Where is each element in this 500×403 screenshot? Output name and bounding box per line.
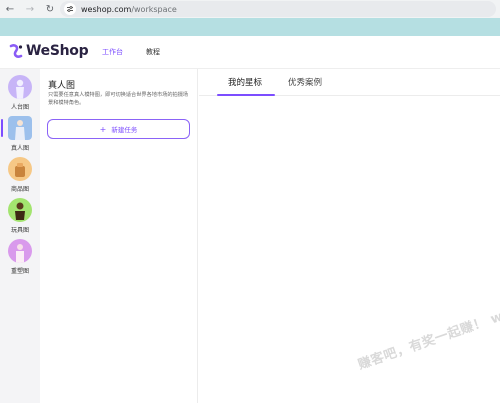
mannequin-thumbnail	[8, 75, 32, 99]
sidebar-item-label: 玩具图	[10, 227, 29, 234]
sidebar-item-label: 人台图	[10, 104, 29, 111]
sidebar-item-reshape[interactable]: 重塑图	[0, 237, 40, 277]
sidebar-item-mannequin[interactable]: 人台图	[0, 73, 40, 113]
real-model-thumbnail	[8, 116, 32, 140]
category-sidebar: 人台图 真人图 商品图 玩具图 重塑图	[0, 69, 40, 403]
toy-thumbnail	[8, 198, 32, 222]
url-text: weshop.com/workspace	[81, 5, 177, 14]
site-info-icon[interactable]	[64, 3, 76, 15]
forward-arrow-icon[interactable]: →	[20, 0, 40, 18]
nav-tutorial[interactable]: 教程	[146, 47, 160, 57]
active-tab-underline	[217, 94, 275, 96]
browser-toolbar: ← → ↻ weshop.com/workspace	[0, 0, 500, 18]
task-panel: 真人图 只需要任意真人模特图，即可切换适合世界各地市场的拍摄场景和模特角色。 +…	[40, 69, 198, 403]
reshape-thumbnail	[8, 239, 32, 263]
brand-name: WeShop	[26, 43, 89, 59]
sidebar-item-label: 商品图	[10, 186, 29, 193]
nav-workspace[interactable]: 工作台	[102, 47, 123, 57]
address-bar[interactable]: weshop.com/workspace	[60, 1, 496, 17]
sidebar-item-label: 重塑图	[10, 268, 29, 275]
brand-logo[interactable]: WeShop	[8, 43, 89, 59]
product-thumbnail	[8, 157, 32, 181]
sidebar-item-real-model[interactable]: 真人图	[0, 114, 40, 154]
plus-icon: +	[99, 124, 107, 134]
panel-description: 只需要任意真人模特图，即可切换适合世界各地市场的拍摄场景和模特角色。	[48, 92, 189, 106]
top-banner	[0, 18, 500, 36]
sidebar-item-label: 真人图	[10, 145, 29, 152]
app-header: WeShop 工作台 教程	[0, 36, 500, 69]
url-path: /workspace	[131, 4, 177, 14]
sidebar-item-toy[interactable]: 玩具图	[0, 196, 40, 236]
tab-my-stars[interactable]: 我的星标	[228, 76, 262, 88]
new-task-button[interactable]: + 新建任务	[47, 119, 190, 139]
back-arrow-icon[interactable]: ←	[0, 0, 20, 18]
panel-title: 真人图	[48, 81, 76, 91]
logo-mark-icon	[9, 44, 23, 58]
reload-icon[interactable]: ↻	[40, 0, 60, 18]
content-tabs: 我的星标 优秀案例	[199, 69, 500, 96]
sidebar-item-product[interactable]: 商品图	[0, 155, 40, 195]
new-task-label: 新建任务	[111, 126, 138, 134]
url-domain: weshop.com	[81, 4, 132, 14]
main-content: 我的星标 优秀案例	[199, 69, 500, 403]
tab-featured-cases[interactable]: 优秀案例	[288, 76, 322, 88]
